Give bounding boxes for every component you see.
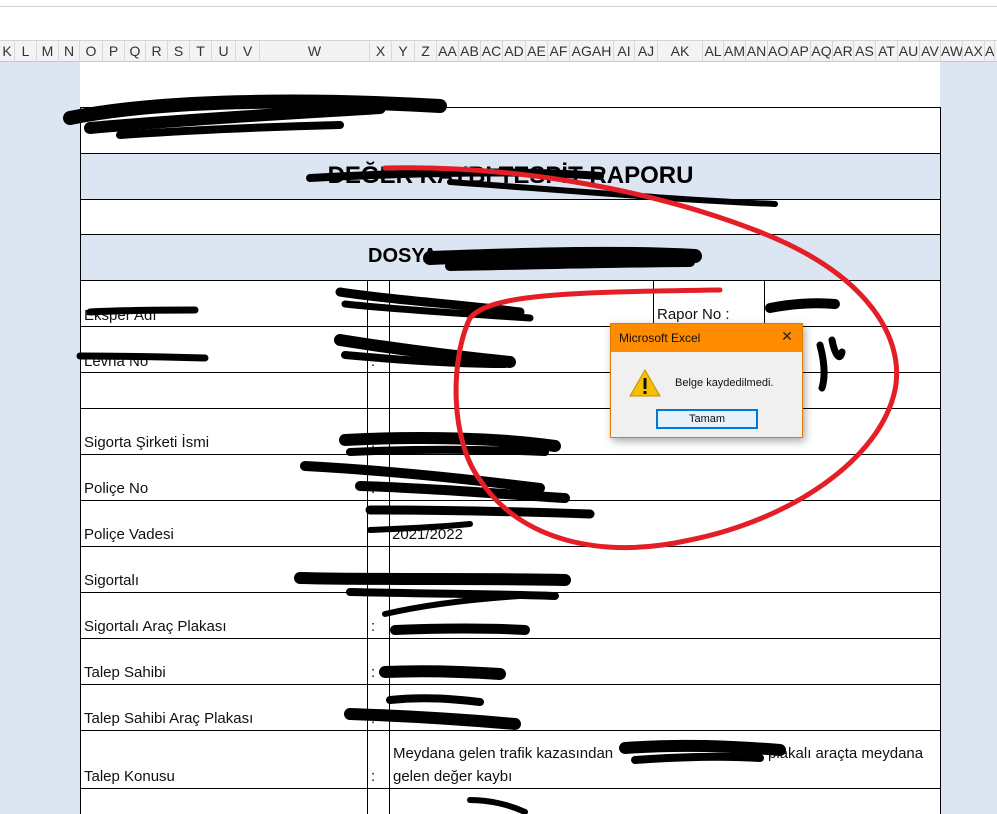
dialog-title-bar[interactable]: Microsoft Excel ✕ (611, 324, 802, 352)
annotation-overlay (63, 94, 900, 814)
redaction-scribbles (63, 94, 846, 814)
warning-icon (629, 368, 661, 397)
close-icon[interactable]: ✕ (778, 328, 796, 346)
ok-button[interactable]: Tamam (656, 409, 758, 429)
save-error-dialog: Microsoft Excel ✕ Belge kaydedilmedi. Ta… (610, 323, 803, 438)
dialog-title: Microsoft Excel (619, 331, 701, 345)
dialog-message: Belge kaydedilmedi. (675, 377, 774, 389)
